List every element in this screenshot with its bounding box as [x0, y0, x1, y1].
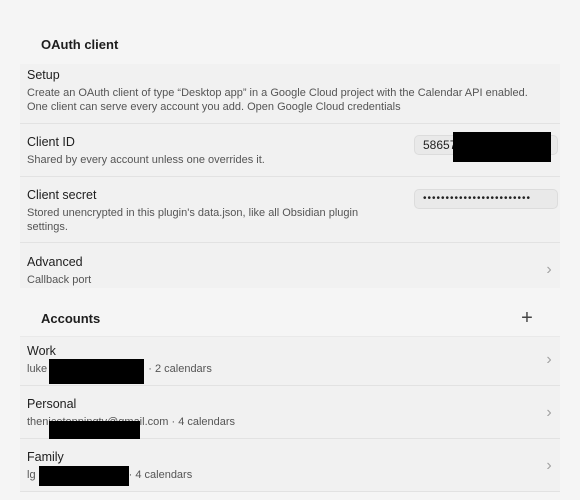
chevron-right-icon[interactable]: › [544, 352, 554, 368]
account-row-personal[interactable]: Personal thenicetoppingtv@gmail.com · 4 … [20, 386, 560, 439]
account-email-text: lg [27, 469, 36, 481]
account-calendar-count: · 4 calendars [128, 469, 193, 481]
client-secret-description-line1: Stored unencrypted in this plugin's data… [27, 207, 359, 219]
setup-description-line1: Create an OAuth client of type “Desktop … [27, 87, 528, 99]
setup-row: Setup Create an OAuth client of type “De… [20, 64, 560, 124]
account-row-family[interactable]: Family lg · 4 calendars › [20, 439, 560, 492]
redaction-box [49, 359, 144, 384]
accounts-section-header: Accounts + [20, 300, 560, 337]
client-secret-row: Client secret Stored unencrypted in this… [20, 177, 560, 243]
account-row-work[interactable]: Work luke · 2 calendars › [20, 337, 560, 386]
client-id-row: Client ID Shared by every account unless… [20, 124, 560, 177]
oauth-section-header: OAuth client [20, 28, 560, 65]
chevron-right-icon[interactable]: › [544, 262, 554, 278]
redaction-box [49, 421, 140, 439]
advanced-label: Advanced [27, 255, 83, 269]
chevron-right-icon[interactable]: › [544, 458, 554, 474]
client-secret-input[interactable]: •••••••••••••••••••••••• [414, 189, 558, 209]
account-name: Work [27, 344, 56, 358]
client-id-description: Shared by every account unless one overr… [27, 154, 265, 166]
client-id-value: 58657 [423, 138, 457, 152]
client-secret-description-line2: settings. [27, 221, 68, 233]
settings-page: OAuth client Setup Create an OAuth clien… [0, 0, 580, 500]
advanced-description: Callback port [27, 274, 92, 286]
account-name: Personal [27, 397, 77, 411]
advanced-row[interactable]: Advanced Callback port › [20, 243, 560, 288]
setup-description-line2[interactable]: One client can serve every account you a… [27, 100, 401, 114]
chevron-right-icon[interactable]: › [544, 405, 554, 421]
account-email-text: luke [27, 363, 48, 375]
add-account-button[interactable]: + [516, 308, 538, 330]
accounts-section-title: Accounts [41, 311, 101, 326]
redaction-box [453, 132, 551, 162]
account-name: Family [27, 450, 64, 464]
setup-title: Setup [27, 68, 60, 82]
account-calendar-count: · 4 calendars [171, 416, 236, 428]
redaction-box [39, 466, 129, 486]
client-id-label: Client ID [27, 135, 75, 149]
oauth-section-title: OAuth client [41, 37, 119, 52]
account-calendar-count: · 2 calendars [148, 363, 212, 375]
client-secret-label: Client secret [27, 188, 97, 202]
